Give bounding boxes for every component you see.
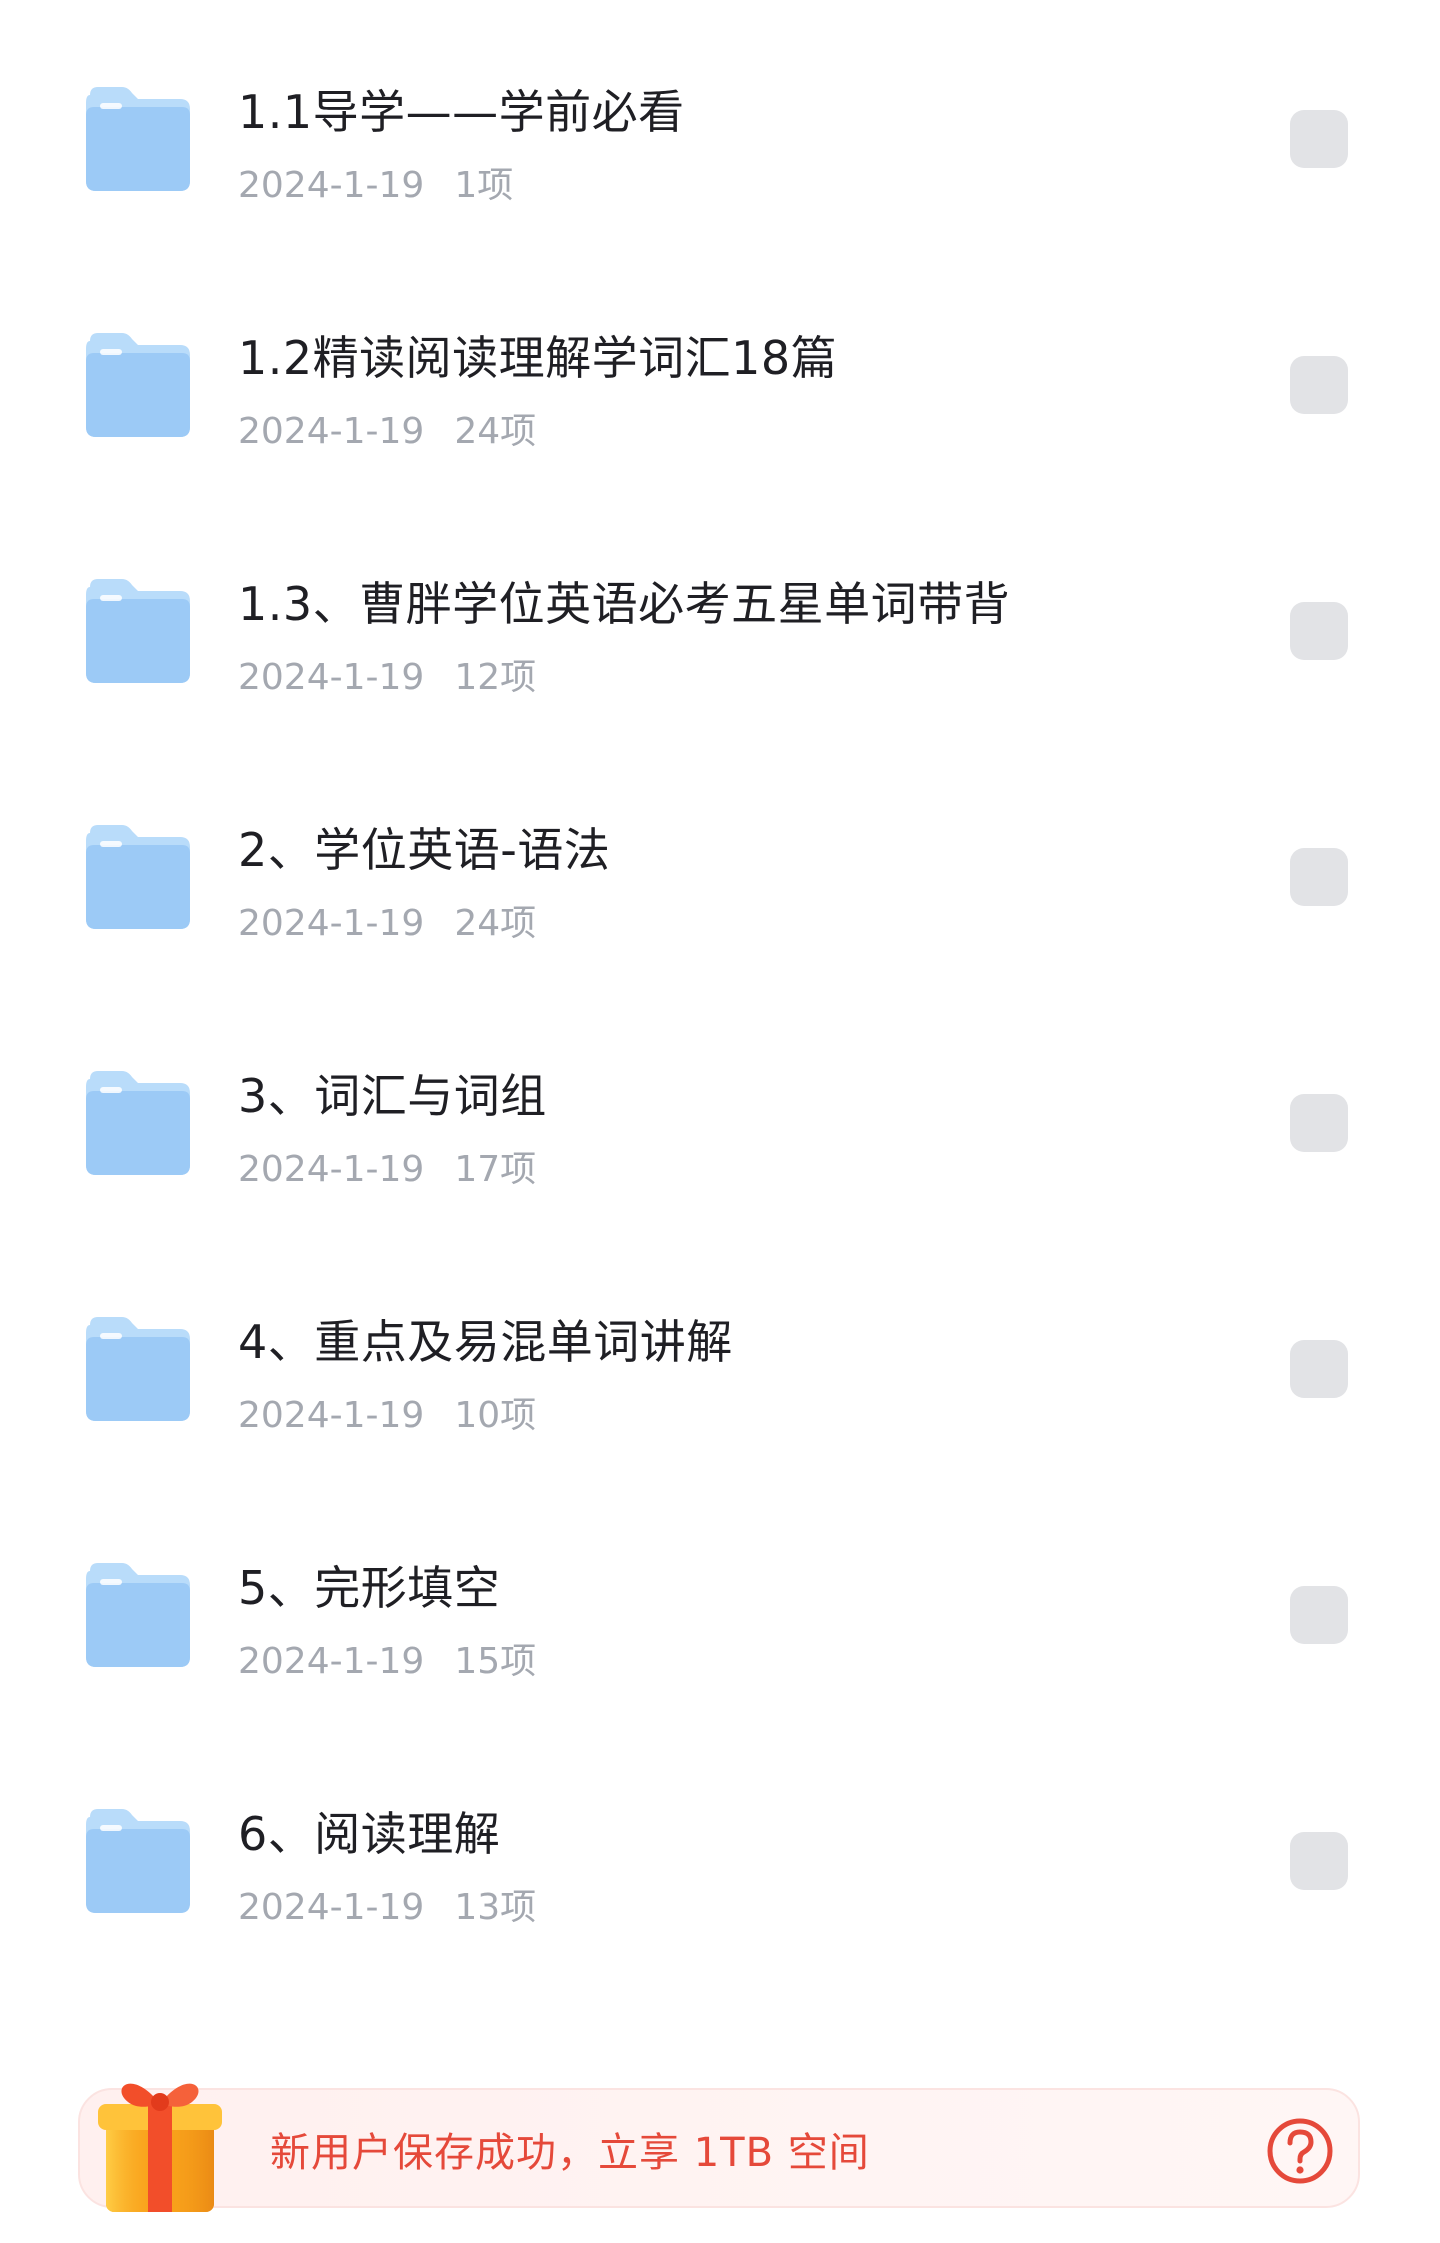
folder-count: 15项 xyxy=(454,1641,537,1682)
select-checkbox[interactable] xyxy=(1290,1586,1348,1644)
folder-date: 2024-1-19 xyxy=(238,903,425,944)
folder-row[interactable]: 6、阅读理解 2024-1-19 13项 xyxy=(0,1722,1440,1968)
folder-date: 2024-1-19 xyxy=(238,165,425,206)
select-checkbox[interactable] xyxy=(1290,848,1348,906)
folder-date: 2024-1-19 xyxy=(238,1887,425,1928)
select-checkbox[interactable] xyxy=(1290,356,1348,414)
help-icon[interactable] xyxy=(1266,2117,1334,2185)
select-checkbox[interactable] xyxy=(1290,1832,1348,1890)
folder-icon xyxy=(82,1315,194,1423)
folder-count: 13项 xyxy=(454,1887,537,1928)
promo-banner[interactable]: 新用户保存成功，立享 1TB 空间 xyxy=(78,2088,1360,2208)
folder-count: 12项 xyxy=(454,657,537,698)
folder-icon xyxy=(82,577,194,685)
gift-icon xyxy=(92,2058,228,2218)
folder-count: 1项 xyxy=(454,165,514,206)
folder-date: 2024-1-19 xyxy=(238,1641,425,1682)
folder-row[interactable]: 1.2精读阅读理解学词汇18篇 2024-1-19 24项 xyxy=(0,246,1440,492)
folder-icon xyxy=(82,1561,194,1669)
folder-meta: 2024-1-19 17项 xyxy=(238,1140,536,1192)
folder-name: 3、词汇与词组 xyxy=(238,1069,547,1123)
folder-meta: 2024-1-19 13项 xyxy=(238,1878,536,1930)
folder-icon xyxy=(82,331,194,439)
folder-meta: 2024-1-19 10项 xyxy=(238,1386,536,1438)
folder-name: 2、学位英语-语法 xyxy=(238,823,611,877)
folder-count: 24项 xyxy=(454,411,537,452)
folder-date: 2024-1-19 xyxy=(238,411,425,452)
folder-name: 1.3、曹胖学位英语必考五星单词带背 xyxy=(238,577,1011,631)
folder-icon xyxy=(82,1069,194,1177)
folder-icon xyxy=(82,1807,194,1915)
folder-meta: 2024-1-19 24项 xyxy=(238,894,536,946)
folder-name: 5、完形填空 xyxy=(238,1561,501,1615)
folder-row[interactable]: 3、词汇与词组 2024-1-19 17项 xyxy=(0,984,1440,1230)
folder-date: 2024-1-19 xyxy=(238,1149,425,1190)
folder-row[interactable]: 1.3、曹胖学位英语必考五星单词带背 2024-1-19 12项 xyxy=(0,492,1440,738)
folder-icon xyxy=(82,85,194,193)
folder-date: 2024-1-19 xyxy=(238,657,425,698)
folder-count: 24项 xyxy=(454,903,537,944)
folder-meta: 2024-1-19 12项 xyxy=(238,648,536,700)
promo-text: 新用户保存成功，立享 1TB 空间 xyxy=(270,2130,870,2176)
folder-meta: 2024-1-19 1项 xyxy=(238,156,513,208)
folder-name: 1.2精读阅读理解学词汇18篇 xyxy=(238,331,838,385)
select-checkbox[interactable] xyxy=(1290,1340,1348,1398)
folder-count: 10项 xyxy=(454,1395,537,1436)
folder-icon xyxy=(82,823,194,931)
folder-name: 6、阅读理解 xyxy=(238,1807,501,1861)
folder-row[interactable]: 2、学位英语-语法 2024-1-19 24项 xyxy=(0,738,1440,984)
folder-name: 1.1导学——学前必看 xyxy=(238,85,685,139)
select-checkbox[interactable] xyxy=(1290,602,1348,660)
folder-meta: 2024-1-19 24项 xyxy=(238,402,536,454)
folder-meta: 2024-1-19 15项 xyxy=(238,1632,536,1684)
select-checkbox[interactable] xyxy=(1290,1094,1348,1152)
folder-date: 2024-1-19 xyxy=(238,1395,425,1436)
select-checkbox[interactable] xyxy=(1290,110,1348,168)
folder-row[interactable]: 1.1导学——学前必看 2024-1-19 1项 xyxy=(0,0,1440,246)
folder-row[interactable]: 4、重点及易混单词讲解 2024-1-19 10项 xyxy=(0,1230,1440,1476)
folder-name: 4、重点及易混单词讲解 xyxy=(238,1315,733,1369)
folder-count: 17项 xyxy=(454,1149,537,1190)
folder-row[interactable]: 5、完形填空 2024-1-19 15项 xyxy=(0,1476,1440,1722)
